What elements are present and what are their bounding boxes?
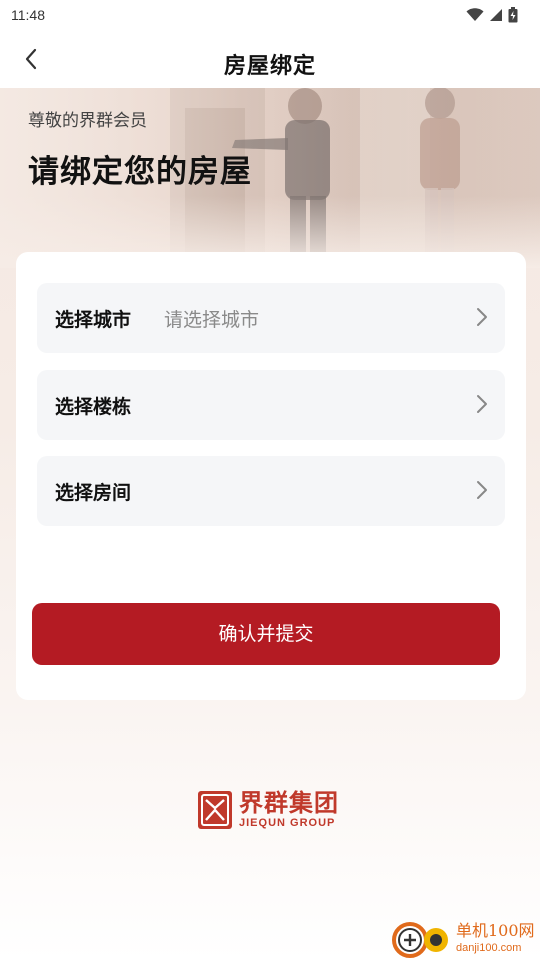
brand-name-en: JIEQUN GROUP bbox=[239, 817, 336, 829]
watermark-text: 单机100网 danji100.com bbox=[456, 921, 535, 955]
hero-banner: 尊敬的界群会员 请绑定您的房屋 bbox=[0, 88, 540, 268]
brand-mark-icon bbox=[198, 791, 232, 829]
hero-subtitle: 尊敬的界群会员 bbox=[28, 111, 147, 131]
submit-button[interactable]: 确认并提交 bbox=[32, 603, 500, 665]
brand-logo: 界群集团 JIEQUN GROUP bbox=[197, 788, 347, 832]
select-building-label: 选择楼栋 bbox=[55, 395, 132, 418]
binding-form-card: 选择城市 请选择城市 选择楼栋 选择房间 确认并提交 bbox=[16, 252, 526, 700]
chevron-right-icon bbox=[477, 395, 487, 413]
select-building-row[interactable]: 选择楼栋 bbox=[37, 370, 505, 440]
brand-text: 界群集团 JIEQUN GROUP bbox=[239, 790, 339, 830]
watermark-logo-icon bbox=[392, 922, 448, 958]
status-icons bbox=[466, 7, 518, 23]
select-room-label: 选择房间 bbox=[55, 481, 132, 504]
status-time: 11:48 bbox=[11, 7, 45, 23]
signal-icon bbox=[490, 9, 502, 21]
status-bar: 11:48 bbox=[0, 0, 540, 30]
watermark: 单机100网 danji100.com bbox=[390, 916, 540, 960]
nav-bar: 房屋绑定 bbox=[0, 30, 540, 88]
select-city-row[interactable]: 选择城市 请选择城市 bbox=[37, 283, 505, 353]
hero-title: 请绑定您的房屋 bbox=[28, 154, 252, 190]
watermark-name: 单机100网 bbox=[456, 921, 535, 940]
page-title: 房屋绑定 bbox=[223, 54, 316, 79]
select-city-placeholder: 请选择城市 bbox=[164, 308, 260, 331]
brand-name-cn: 界群集团 bbox=[239, 789, 339, 817]
select-city-label: 选择城市 bbox=[55, 308, 132, 331]
wifi-icon bbox=[466, 8, 484, 21]
battery-icon bbox=[508, 7, 518, 23]
watermark-url: danji100.com bbox=[456, 942, 522, 954]
chevron-right-icon bbox=[477, 481, 487, 499]
chevron-right-icon bbox=[477, 308, 487, 326]
select-room-row[interactable]: 选择房间 bbox=[37, 456, 505, 526]
